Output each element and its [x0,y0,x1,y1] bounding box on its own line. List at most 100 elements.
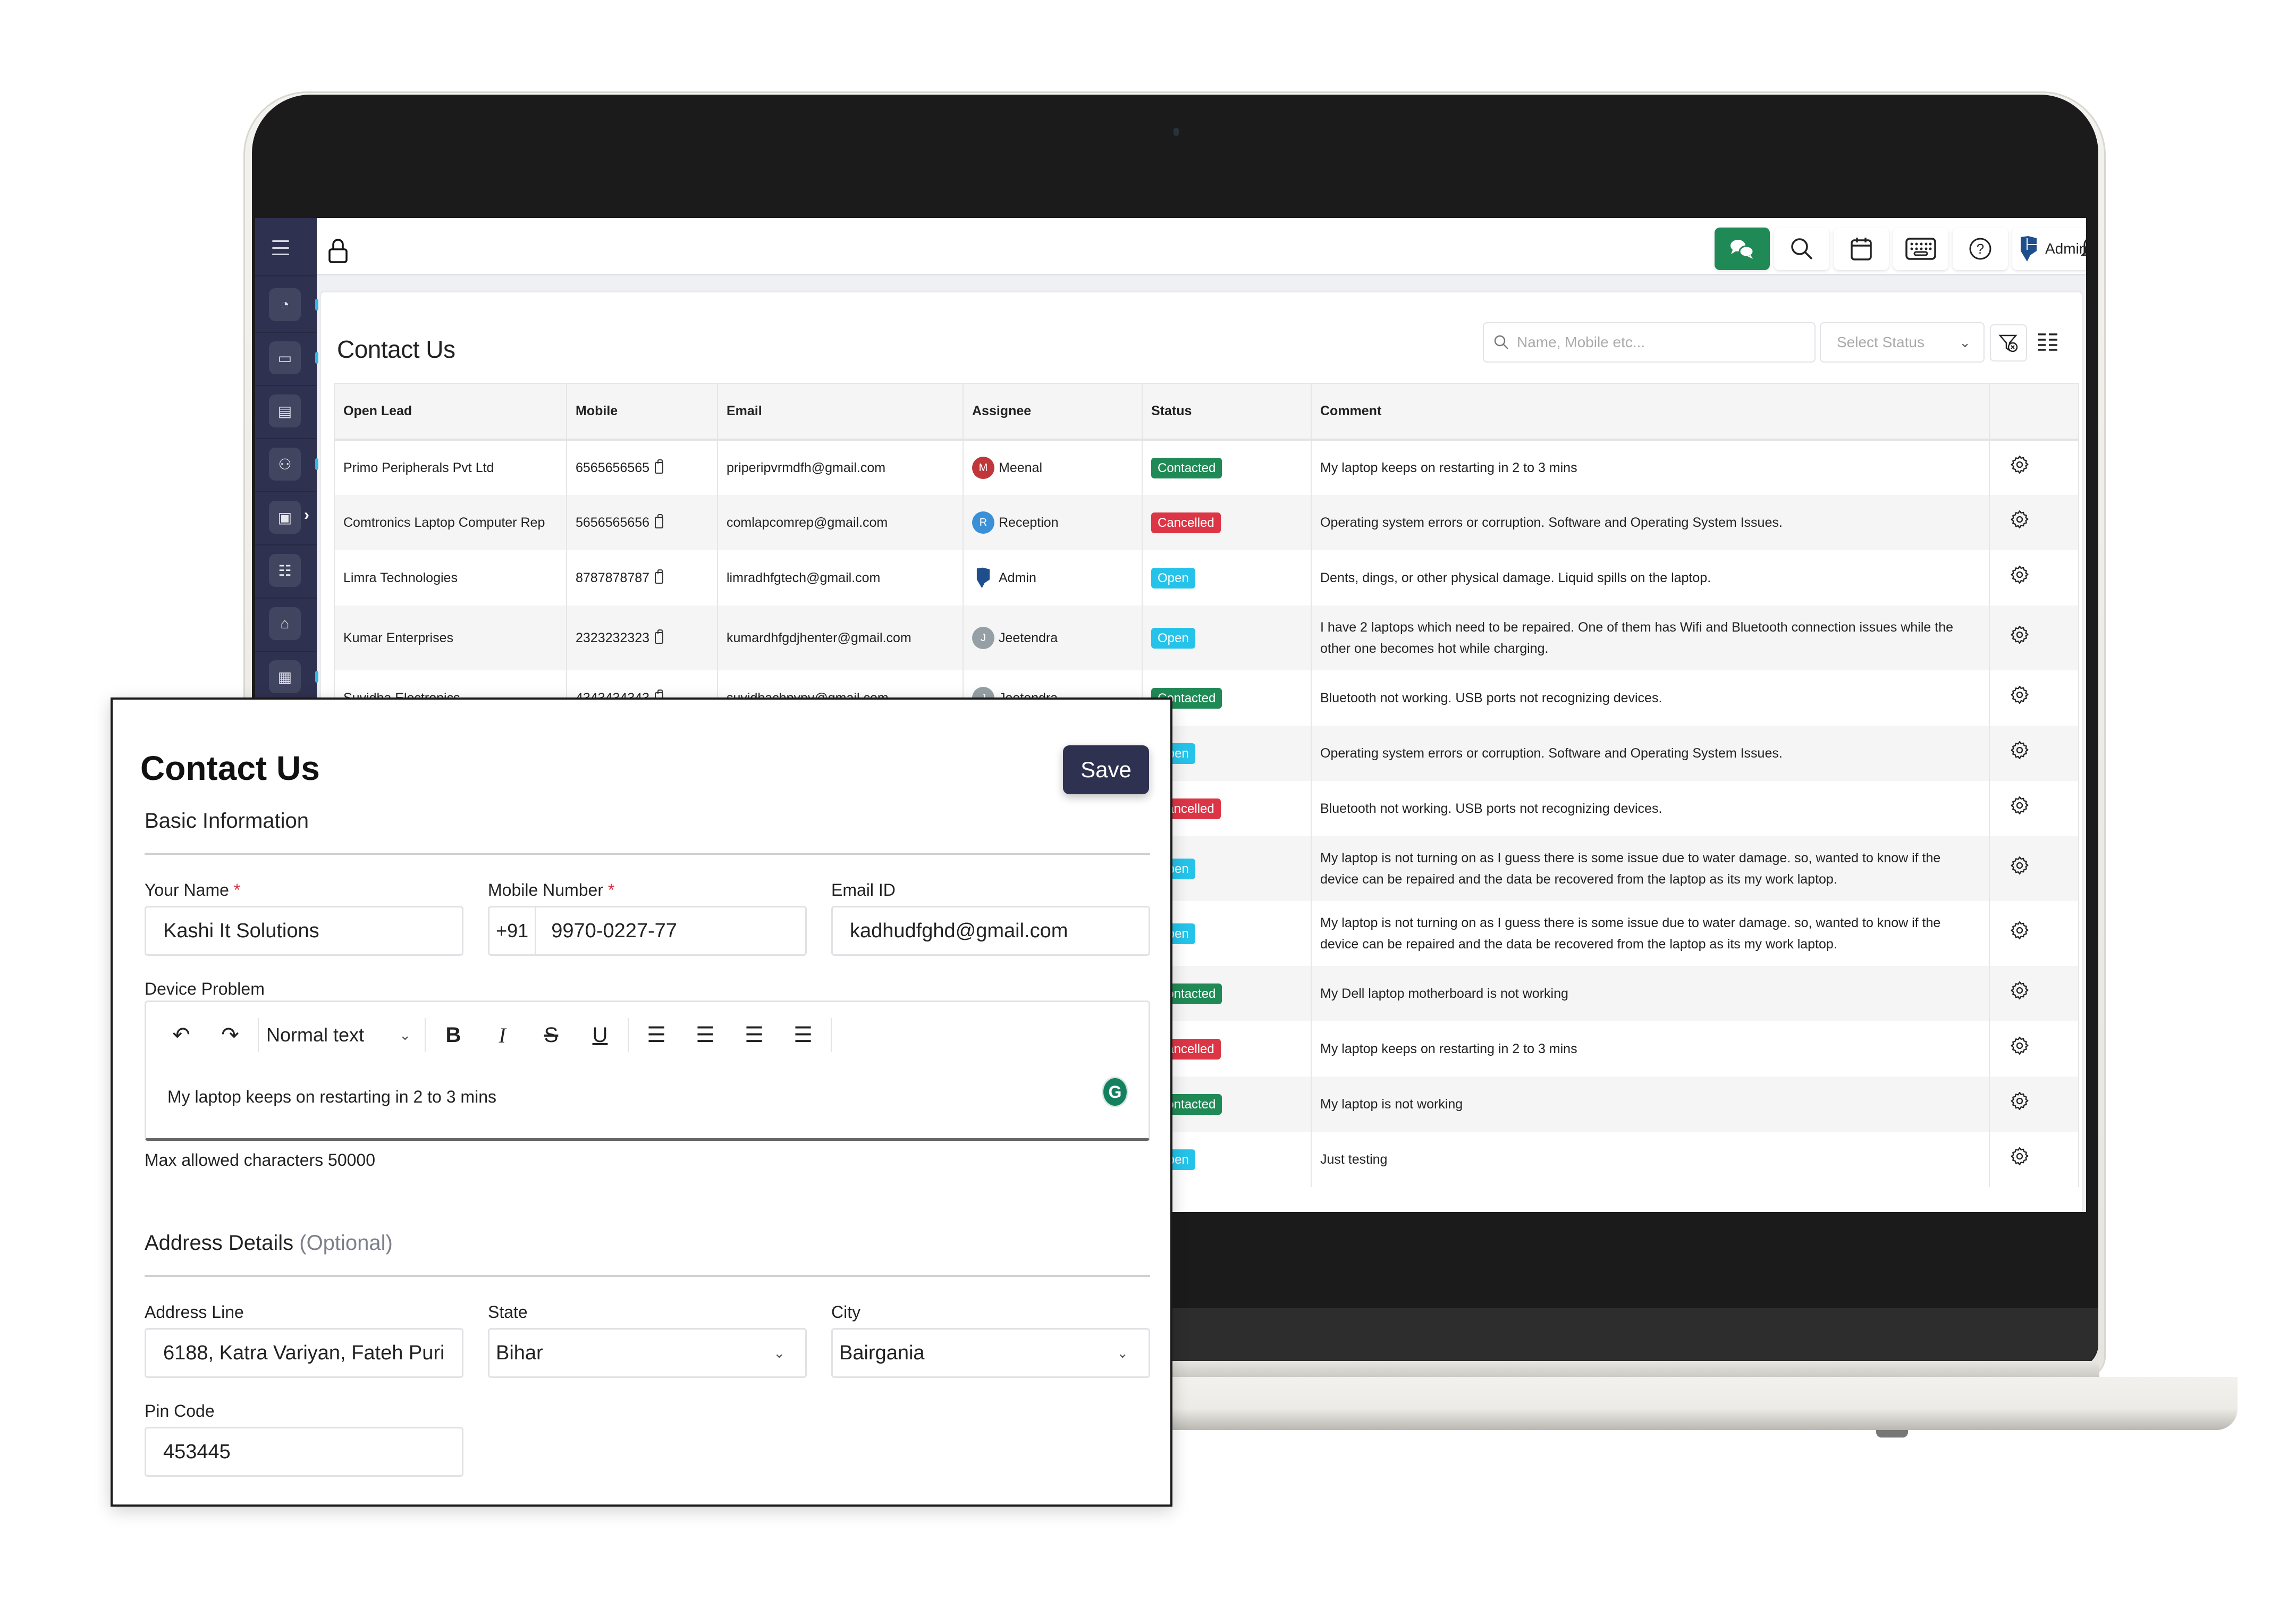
sidebar-item-report-document[interactable]: ▤ [269,394,301,427]
gear-icon[interactable] [2009,921,2030,944]
name-field[interactable] [145,906,463,956]
copy-icon[interactable] [655,459,664,474]
calendar-icon [1851,238,1872,260]
address-input[interactable] [146,1341,462,1365]
bold-button[interactable]: B [429,1018,478,1052]
column-header[interactable]: Status [1142,383,1312,441]
status-badge: Contacted [1151,457,1222,479]
copy-icon[interactable] [655,514,664,528]
gear-icon[interactable] [2009,1092,2030,1115]
gear-icon[interactable] [2009,456,2030,478]
gear-icon[interactable] [2009,796,2030,819]
hamburger-menu-icon[interactable] [271,238,290,257]
italic-button[interactable]: I [478,1018,527,1052]
comment-cell: I have 2 laptops which need to be repair… [1311,606,1990,670]
comment-text: Bluetooth not working. USB ports not rec… [1320,801,1662,816]
actions-cell [1989,1021,2079,1077]
table-row[interactable]: Primo Peripherals Pvt Ltd 6565656565 pripe… [334,440,2079,495]
gear-icon[interactable] [2009,981,2030,1004]
grammarly-icon[interactable]: G [1102,1077,1128,1107]
copy-icon[interactable] [655,629,664,644]
column-header[interactable]: Mobile [566,383,718,441]
search-input[interactable] [1517,334,1793,351]
pin-code-input[interactable] [146,1440,462,1464]
assignee-cell: J Jeetendra [963,606,1143,670]
strikethrough-button[interactable]: S [527,1018,576,1052]
table-row[interactable]: Comtronics Laptop Computer Rep 5656565656… [334,495,2079,550]
sidebar-item-invoice[interactable]: ▦ [269,660,301,693]
table-row[interactable]: Limra Technologies 8787878787 limradhfgtec… [334,550,2079,606]
lock-icon[interactable] [327,238,349,264]
gear-icon[interactable] [2009,686,2030,709]
gear-icon[interactable] [2009,626,2030,649]
align-left-button[interactable]: ☰ [632,1018,681,1052]
calendar-button[interactable] [1834,228,1889,270]
section-divider [145,853,1150,855]
sidebar-item-handshake-people[interactable]: ⚇ [269,448,301,481]
text-format-select[interactable]: Normal text ⌄ [262,1018,421,1052]
save-button[interactable]: Save [1063,745,1149,794]
column-header[interactable]: Comment [1311,383,1990,441]
column-header[interactable]: Open Lead [334,383,567,441]
align-justify-button[interactable]: ☰ [779,1018,828,1052]
lead-name-cell[interactable]: Limra Technologies [334,550,567,606]
search-field[interactable] [1483,322,1816,363]
gear-icon[interactable] [2009,741,2030,764]
comment-cell: Just testing [1311,1132,1990,1187]
sidebar-item-dashboard-gauge[interactable]: ◔ [269,288,301,321]
gear-icon[interactable] [2009,1147,2030,1170]
editor-content[interactable]: My laptop keeps on restarting in 2 to 3 … [167,1087,496,1107]
mobile-field[interactable]: +91 [488,906,807,956]
lead-name-cell[interactable]: Comtronics Laptop Computer Rep [334,495,567,550]
align-center-button[interactable]: ☰ [681,1018,730,1052]
column-header[interactable]: Assignee [963,383,1143,441]
column-settings-button[interactable] [2035,329,2061,355]
keyboard-button[interactable] [1893,228,1948,270]
help-button[interactable]: ? [1953,228,2008,270]
align-right-button[interactable]: ☰ [730,1018,779,1052]
form-title: Contact Us [140,749,320,787]
gear-icon[interactable] [2009,566,2030,589]
city-select[interactable]: Bairgania ⌄ [831,1328,1150,1378]
text-format-value: Normal text [266,1024,365,1046]
comment-text: Operating system errors or corruption. S… [1320,746,1783,761]
column-header[interactable]: Email [717,383,964,441]
sidebar-item-wallet[interactable]: ▣ [269,501,301,534]
gear-icon[interactable] [2009,1037,2030,1060]
comment-cell: Operating system errors or corruption. S… [1311,495,1990,550]
sidebar-item-users-group[interactable]: ☷ [269,554,301,587]
column-header[interactable] [1989,383,2079,441]
address-field[interactable] [145,1328,463,1378]
gear-icon[interactable] [2009,510,2030,533]
redo-button[interactable]: ↷ [206,1018,255,1052]
copy-icon[interactable] [655,569,664,584]
gear-icon[interactable] [2009,856,2030,879]
pin-code-field[interactable] [145,1427,463,1477]
state-select[interactable]: Bihar ⌄ [488,1328,807,1378]
email-input[interactable] [833,919,1149,943]
status-cell: Cancelled [1142,495,1312,550]
table-row[interactable]: Kumar Enterprises 2323232323 kumardhfgdjhe… [334,606,2079,670]
mobile-input[interactable] [536,919,805,943]
undo-button[interactable]: ↶ [157,1018,206,1052]
mobile-cell: 8787878787 [566,550,718,606]
notifications-button[interactable]: 49 [2080,232,2086,266]
status-select[interactable]: Select Status ⌄ [1820,322,1985,363]
chevron-right-icon[interactable]: › [304,506,309,524]
lead-name-cell[interactable]: Kumar Enterprises [334,606,567,670]
email-cell: kumardhfgdjhenter@gmail.com [717,606,964,670]
user-menu[interactable]: Admin ▽ [2012,228,2086,270]
chat-button[interactable] [1715,228,1770,270]
sidebar-item-ticket[interactable]: ▭ [269,341,301,374]
comment-cell: Bluetooth not working. USB ports not rec… [1311,670,1990,726]
clear-filter-button[interactable] [1990,324,2027,362]
comment-cell: My laptop is not turning on as I guess t… [1311,836,1990,901]
email-field[interactable] [831,906,1150,956]
lead-name-cell[interactable]: Primo Peripherals Pvt Ltd [334,440,567,495]
search-button[interactable] [1774,228,1829,270]
sidebar-item-store[interactable]: ⌂ [269,607,301,640]
top-bar: ? Admin ▽ 49 [317,218,2086,275]
name-input[interactable] [146,919,462,943]
underline-button[interactable]: U [576,1018,624,1052]
rich-text-editor[interactable]: ↶ ↷ Normal text ⌄ B I S U ☰ ☰ ☰ ☰ My lap… [145,1001,1150,1141]
